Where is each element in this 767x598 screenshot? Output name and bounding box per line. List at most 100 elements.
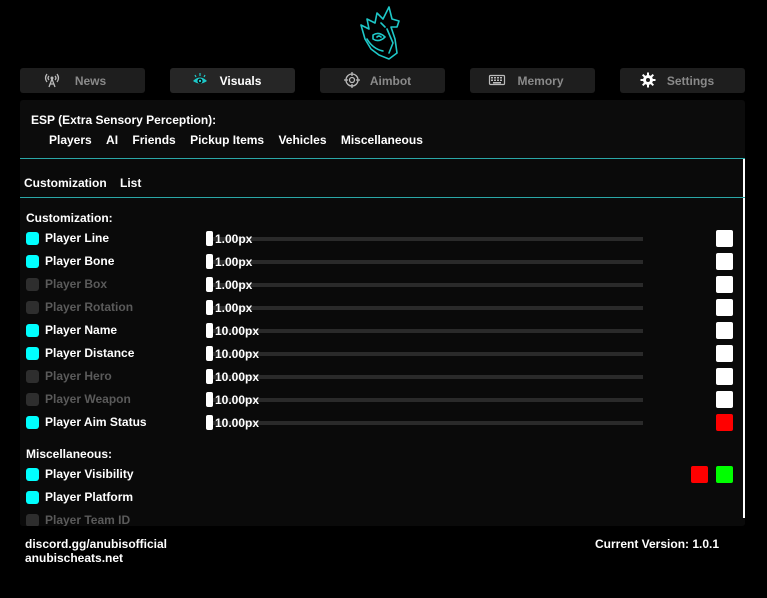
slider-value: 1.00px bbox=[215, 255, 253, 269]
subtab-players[interactable]: Players bbox=[49, 133, 92, 147]
player-line-checkbox[interactable] bbox=[26, 232, 39, 245]
subtab-pickup-items[interactable]: Pickup Items bbox=[190, 133, 264, 147]
scrollbar[interactable] bbox=[743, 159, 745, 518]
player-bone-checkbox[interactable] bbox=[26, 255, 39, 268]
color-swatch[interactable] bbox=[716, 391, 733, 408]
tab-news-label: News bbox=[74, 74, 107, 88]
player-rotation-checkbox[interactable] bbox=[26, 301, 39, 314]
setting-label: Player Box bbox=[45, 277, 108, 291]
inner-tab-bar: Customization List bbox=[24, 176, 151, 190]
subtab-miscellaneous[interactable]: Miscellaneous bbox=[341, 133, 423, 147]
setting-label: Player Aim Status bbox=[45, 415, 147, 429]
slider-handle[interactable] bbox=[206, 300, 213, 315]
slider-handle[interactable] bbox=[206, 392, 213, 407]
visibility-color-swatch-2[interactable] bbox=[716, 466, 733, 483]
setting-label: Player Name bbox=[45, 323, 118, 337]
player-aim-status-checkbox[interactable] bbox=[26, 416, 39, 429]
tab-aimbot[interactable]: Aimbot bbox=[320, 68, 445, 93]
color-swatch[interactable] bbox=[716, 253, 733, 270]
setting-row-player-box: Player Box 1.00px bbox=[20, 274, 743, 294]
settings-list: Customization: Player Line 1.00px Player… bbox=[20, 198, 743, 526]
visuals-panel: ESP (Extra Sensory Perception): Players … bbox=[20, 100, 745, 526]
tab-visuals[interactable]: Visuals bbox=[170, 68, 295, 93]
setting-row-player-weapon: Player Weapon 10.00px bbox=[20, 389, 743, 409]
customization-section-title: Customization: bbox=[26, 211, 113, 225]
setting-row-player-platform: Player Platform bbox=[20, 487, 743, 507]
esp-title: ESP (Extra Sensory Perception): bbox=[31, 113, 217, 127]
color-swatch[interactable] bbox=[716, 276, 733, 293]
player-team-id-checkbox[interactable] bbox=[26, 514, 39, 526]
slider-value: 10.00px bbox=[215, 347, 260, 361]
slider-value: 1.00px bbox=[215, 232, 253, 246]
slider-value: 1.00px bbox=[215, 278, 253, 292]
player-aim-status-slider[interactable] bbox=[210, 421, 643, 425]
color-swatch[interactable] bbox=[716, 322, 733, 339]
slider-handle[interactable] bbox=[206, 369, 213, 384]
player-weapon-slider[interactable] bbox=[210, 398, 643, 402]
setting-row-player-visibility: Player Visibility bbox=[20, 464, 743, 484]
color-swatch[interactable] bbox=[716, 299, 733, 316]
tab-news[interactable]: News bbox=[20, 68, 145, 93]
player-box-checkbox[interactable] bbox=[26, 278, 39, 291]
setting-label: Player Platform bbox=[45, 490, 134, 504]
setting-label: Player Weapon bbox=[45, 392, 131, 406]
visibility-color-swatch-1[interactable] bbox=[691, 466, 708, 483]
inner-tab-list[interactable]: List bbox=[120, 176, 141, 190]
website-link[interactable]: anubischeats.net bbox=[25, 551, 167, 565]
discord-link[interactable]: discord.gg/anubisofficial bbox=[25, 537, 167, 551]
tab-settings-label: Settings bbox=[666, 74, 715, 88]
version-label: Current Version: 1.0.1 bbox=[595, 537, 720, 551]
setting-label: Player Visibility bbox=[45, 467, 134, 481]
color-swatch[interactable] bbox=[716, 345, 733, 362]
setting-row-player-aim-status: Player Aim Status 10.00px bbox=[20, 412, 743, 432]
tab-memory[interactable]: Memory bbox=[470, 68, 595, 93]
subtab-ai[interactable]: AI bbox=[106, 133, 118, 147]
footer-links: discord.gg/anubisofficial anubischeats.n… bbox=[25, 537, 167, 565]
setting-label: Player Hero bbox=[45, 369, 112, 383]
slider-value: 10.00px bbox=[215, 370, 260, 384]
slider-handle[interactable] bbox=[206, 277, 213, 292]
player-bone-slider[interactable] bbox=[210, 260, 643, 264]
color-swatch[interactable] bbox=[716, 230, 733, 247]
setting-row-player-bone: Player Bone 1.00px bbox=[20, 251, 743, 271]
inner-tab-customization[interactable]: Customization bbox=[24, 176, 107, 190]
player-weapon-checkbox[interactable] bbox=[26, 393, 39, 406]
tab-settings[interactable]: Settings bbox=[620, 68, 745, 93]
player-hero-slider[interactable] bbox=[210, 375, 643, 379]
color-swatch[interactable] bbox=[716, 414, 733, 431]
slider-value: 10.00px bbox=[215, 393, 260, 407]
player-visibility-checkbox[interactable] bbox=[26, 468, 39, 481]
player-line-slider[interactable] bbox=[210, 237, 643, 241]
slider-handle[interactable] bbox=[206, 231, 213, 246]
slider-handle[interactable] bbox=[206, 346, 213, 361]
tab-aimbot-label: Aimbot bbox=[369, 74, 412, 88]
setting-label: Player Distance bbox=[45, 346, 135, 360]
tab-memory-label: Memory bbox=[517, 74, 564, 88]
slider-handle[interactable] bbox=[206, 323, 213, 338]
main-tab-bar: News Visuals Aimbot Memory Settings bbox=[20, 68, 745, 93]
setting-row-player-name: Player Name 10.00px bbox=[20, 320, 743, 340]
player-box-slider[interactable] bbox=[210, 283, 643, 287]
player-name-slider[interactable] bbox=[210, 329, 643, 333]
player-distance-checkbox[interactable] bbox=[26, 347, 39, 360]
slider-handle[interactable] bbox=[206, 415, 213, 430]
setting-label: Player Team ID bbox=[45, 513, 131, 526]
esp-subtab-bar: Players AI Friends Pickup Items Vehicles… bbox=[49, 133, 434, 147]
miscellaneous-section-title: Miscellaneous: bbox=[26, 447, 113, 461]
setting-label: Player Bone bbox=[45, 254, 115, 268]
player-hero-checkbox[interactable] bbox=[26, 370, 39, 383]
subtab-friends[interactable]: Friends bbox=[132, 133, 175, 147]
player-name-checkbox[interactable] bbox=[26, 324, 39, 337]
player-distance-slider[interactable] bbox=[210, 352, 643, 356]
setting-label: Player Rotation bbox=[45, 300, 134, 314]
player-platform-checkbox[interactable] bbox=[26, 491, 39, 504]
setting-row-player-team-id: Player Team ID bbox=[20, 510, 743, 526]
slider-handle[interactable] bbox=[206, 254, 213, 269]
player-rotation-slider[interactable] bbox=[210, 306, 643, 310]
setting-label: Player Line bbox=[45, 231, 110, 245]
color-swatch[interactable] bbox=[716, 368, 733, 385]
slider-value: 10.00px bbox=[215, 324, 260, 338]
setting-row-player-hero: Player Hero 10.00px bbox=[20, 366, 743, 386]
setting-row-player-distance: Player Distance 10.00px bbox=[20, 343, 743, 363]
subtab-vehicles[interactable]: Vehicles bbox=[278, 133, 326, 147]
